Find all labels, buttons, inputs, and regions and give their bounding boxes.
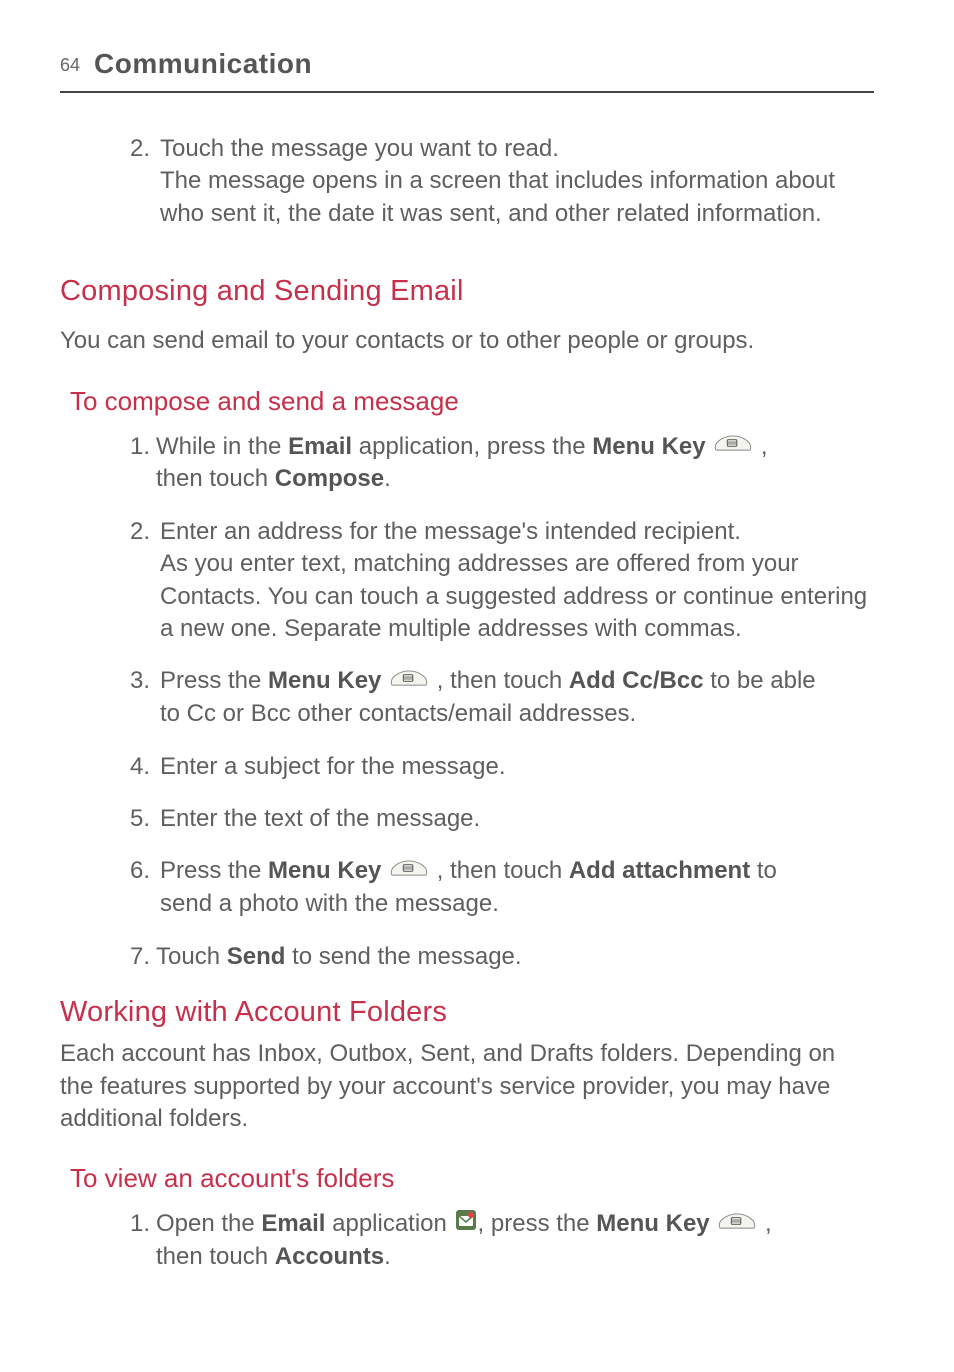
step-number: 2. bbox=[130, 516, 158, 646]
add-attachment-label: Add attachment bbox=[569, 857, 750, 884]
compose-step-3: 3. Press the Menu Key , then touch Add C… bbox=[130, 665, 874, 730]
text-fragment: then touch bbox=[156, 465, 275, 492]
text-fragment: . bbox=[384, 465, 391, 492]
intro-step-2: 2. Touch the message you want to read. T… bbox=[130, 133, 874, 230]
menu-key-icon bbox=[714, 429, 752, 461]
compose-label: Compose bbox=[275, 465, 384, 492]
step-number: 7. bbox=[130, 941, 154, 973]
text-fragment: Touch bbox=[156, 943, 227, 970]
compose-step-7: 7. Touch Send to send the message. bbox=[130, 941, 874, 973]
menu-key-label: Menu Key bbox=[268, 667, 381, 694]
step-number: 3. bbox=[130, 665, 158, 730]
text-fragment: to send the message. bbox=[285, 943, 521, 970]
subsection-heading-compose: To compose and send a message bbox=[70, 384, 874, 419]
menu-key-icon bbox=[718, 1207, 756, 1239]
text-fragment: to bbox=[750, 857, 777, 884]
menu-key-label: Menu Key bbox=[592, 433, 705, 460]
text-fragment: , then touch bbox=[430, 857, 569, 884]
section-heading-composing: Composing and Sending Email bbox=[60, 272, 874, 311]
text-fragment: application, press the bbox=[352, 433, 592, 460]
page-number: 64 bbox=[60, 53, 80, 77]
email-app-label: Email bbox=[261, 1210, 325, 1237]
step-text-rest: The message opens in a screen that inclu… bbox=[160, 165, 874, 230]
text-fragment: Enter the text of the message. bbox=[160, 803, 874, 835]
email-app-label: Email bbox=[288, 433, 352, 460]
section-intro-folders: Each account has Inbox, Outbox, Sent, an… bbox=[60, 1038, 874, 1135]
compose-step-5: 5. Enter the text of the message. bbox=[130, 803, 874, 835]
step-number: 4. bbox=[130, 751, 158, 783]
text-fragment: , press the bbox=[478, 1210, 597, 1237]
text-fragment: Press the bbox=[160, 667, 268, 694]
text-fragment: , then touch bbox=[430, 667, 569, 694]
text-fragment: . bbox=[384, 1243, 391, 1270]
text-fragment: , bbox=[758, 1210, 771, 1237]
step-number: 2. bbox=[130, 133, 158, 230]
text-fragment: As you enter text, matching addresses ar… bbox=[160, 548, 874, 645]
text-fragment: send a photo with the message. bbox=[160, 890, 499, 917]
menu-key-label: Menu Key bbox=[596, 1210, 709, 1237]
folders-step-1: 1. Open the Email application , press th… bbox=[130, 1208, 874, 1273]
menu-key-icon bbox=[390, 854, 428, 886]
text-fragment: to be able bbox=[704, 667, 816, 694]
text-fragment: , bbox=[754, 433, 767, 460]
text-fragment: Enter an address for the message's inten… bbox=[160, 516, 874, 548]
text-fragment: to Cc or Bcc other contacts/email addres… bbox=[160, 700, 636, 727]
text-fragment: While in the bbox=[156, 433, 288, 460]
menu-key-icon bbox=[390, 664, 428, 696]
add-cc-bcc-label: Add Cc/Bcc bbox=[569, 667, 704, 694]
text-fragment: then touch bbox=[156, 1243, 275, 1270]
section-intro: You can send email to your contacts or t… bbox=[60, 325, 874, 357]
compose-step-6: 6. Press the Menu Key , then touch Add a… bbox=[130, 855, 874, 920]
menu-key-label: Menu Key bbox=[268, 857, 381, 884]
send-label: Send bbox=[227, 943, 286, 970]
step-text-line1: Touch the message you want to read. bbox=[160, 133, 874, 165]
chapter-title: Communication bbox=[94, 45, 312, 83]
step-number: 1. bbox=[130, 1208, 154, 1273]
subsection-heading-view-folders: To view an account's folders bbox=[70, 1161, 874, 1196]
step-number: 6. bbox=[130, 855, 158, 920]
compose-step-4: 4. Enter a subject for the message. bbox=[130, 751, 874, 783]
text-fragment: Open the bbox=[156, 1210, 261, 1237]
accounts-label: Accounts bbox=[275, 1243, 384, 1270]
step-number: 5. bbox=[130, 803, 158, 835]
compose-step-1: 1. While in the Email application, press… bbox=[130, 431, 874, 496]
step-number: 1. bbox=[130, 431, 154, 496]
text-fragment: application bbox=[325, 1210, 453, 1237]
section-heading-folders: Working with Account Folders bbox=[60, 993, 874, 1032]
text-fragment: Enter a subject for the message. bbox=[160, 751, 874, 783]
compose-step-2: 2. Enter an address for the message's in… bbox=[130, 516, 874, 646]
text-fragment: Press the bbox=[160, 857, 268, 884]
page-header: 64 Communication bbox=[60, 45, 874, 93]
email-app-icon bbox=[456, 1207, 476, 1239]
